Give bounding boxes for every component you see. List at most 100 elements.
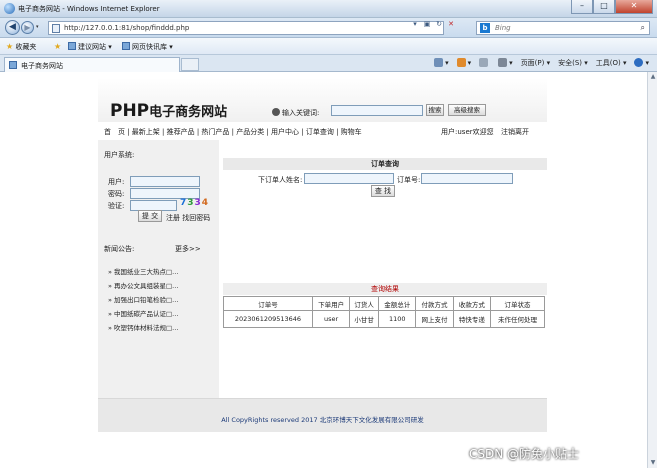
ie-page-icon	[68, 42, 76, 50]
bing-logo-icon: b	[480, 23, 490, 33]
news-item[interactable]: » 中国纸碳产品认证□...	[108, 308, 178, 318]
news-more-link[interactable]: 更多>>	[175, 244, 201, 254]
captcha-digit: 3	[194, 198, 202, 208]
compat-view-icon[interactable]: ▣	[422, 19, 432, 29]
refresh-icon[interactable]: ↻	[434, 19, 444, 29]
captcha-digit: 4	[201, 198, 210, 208]
order-recipient-cell: 小甘甘	[349, 310, 380, 328]
page-icon	[52, 24, 60, 33]
site-nav: 首 页 | 最新上架 | 推荐产品 | 热门产品 | 产品分类 | 用户中心 |…	[98, 122, 547, 139]
advanced-search-button[interactable]: 高级搜索	[448, 104, 486, 116]
table-header-row: 订单号 下单用户 订货人 金额总计 付款方式 收款方式 订单状态	[223, 296, 546, 311]
scroll-up-icon[interactable]: ▲	[649, 73, 657, 81]
mail-icon	[479, 58, 489, 67]
order-total-cell: 1100	[378, 310, 417, 328]
fav-item-suggested[interactable]: 建议网站 ▾	[68, 42, 112, 52]
back-button[interactable]: ◀	[5, 20, 20, 35]
site-footer: All CopyRights reserved 2017 北京环博天下文化发展有…	[98, 398, 547, 432]
column-header: 收款方式	[452, 296, 491, 311]
favorites-button[interactable]: ★ 收藏夹	[6, 42, 36, 52]
search-icon[interactable]: ⌕	[641, 23, 645, 33]
search-globe-icon	[272, 108, 280, 116]
print-button[interactable]: ▾	[498, 58, 513, 68]
user-system-title: 用户系统:	[104, 151, 135, 159]
news-item[interactable]: » 我国纸业三大热点□...	[108, 266, 178, 276]
scroll-down-icon[interactable]: ▼	[649, 459, 657, 467]
safety-menu[interactable]: 安全(S) ▾	[558, 58, 588, 68]
copyright-text: All CopyRights reserved 2017 北京环博天下文化发展有…	[221, 416, 424, 424]
captcha-image[interactable]: 7334	[180, 198, 209, 208]
news-item[interactable]: » 再办公文具组装星□...	[108, 280, 178, 290]
username-input[interactable]	[130, 176, 200, 187]
result-title: 查询结果	[223, 283, 547, 295]
forward-button[interactable]: ▶	[21, 21, 34, 34]
url-text: http://127.0.0.1:81/shop/finddd.php	[64, 24, 190, 32]
order-number-cell[interactable]: 2023061209513646	[223, 310, 313, 328]
close-window-button[interactable]: ✕	[615, 0, 653, 14]
vertical-scrollbar[interactable]: ▲ ▼	[647, 72, 657, 468]
mail-button[interactable]	[479, 58, 490, 68]
page-viewport: PHP电子商务网站 输入关键词: 搜索 高级搜索 首 页 | 最新上架 | 推荐…	[0, 72, 647, 468]
keyword-input[interactable]	[331, 105, 423, 116]
favorites-label: 收藏夹	[15, 43, 37, 51]
fav-item-label: 建议网站 ▾	[78, 43, 112, 51]
page-menu[interactable]: 页面(P) ▾	[521, 58, 550, 68]
bing-search-box[interactable]: b Bing ⌕	[476, 21, 650, 35]
logo-cn: 电子商务网站	[149, 105, 228, 120]
address-dropdown-icon[interactable]: ▾	[410, 19, 420, 29]
site-header: PHP电子商务网站 输入关键词: 搜索 高级搜索	[98, 78, 547, 122]
keyword-search-label: 输入关键词:	[272, 108, 319, 118]
feeds-button[interactable]: ▾	[456, 58, 471, 68]
column-header: 订单号	[223, 296, 313, 311]
window-controls: – □ ✕	[571, 0, 653, 16]
column-header: 订货人	[349, 296, 380, 311]
history-dropdown-icon[interactable]: ▾	[36, 24, 39, 30]
home-button[interactable]: ▾	[434, 58, 449, 68]
order-no-label: 订单号:	[397, 176, 421, 184]
news-item[interactable]: » 吹塑钙体材料法规□...	[108, 322, 178, 332]
help-button[interactable]: ▾	[634, 58, 649, 68]
order-user-cell: user	[311, 310, 351, 328]
maximize-button[interactable]: □	[593, 0, 615, 14]
favorites-bar: ★ 收藏夹 ★ 建议网站 ▾ 网页快讯库 ▾	[0, 38, 657, 55]
webslice-icon	[122, 42, 130, 50]
add-favorite-button[interactable]: ★	[54, 42, 61, 51]
print-icon	[498, 58, 508, 67]
address-toolbar: ◀ ▶ ▾ http://127.0.0.1:81/shop/finddd.ph…	[0, 18, 657, 38]
forgot-password-link[interactable]: 找回密码	[182, 214, 210, 222]
favorites-star-icon: ★	[6, 42, 14, 51]
orders-table: 订单号 下单用户 订货人 金额总计 付款方式 收款方式 订单状态 2023061…	[223, 296, 546, 328]
nav-links[interactable]: 首 页 | 最新上架 | 推荐产品 | 热门产品 | 产品分类 | 用户中心 |…	[104, 127, 362, 137]
site-logo: PHP电子商务网站	[110, 101, 227, 121]
ie-app-icon	[4, 3, 15, 14]
fav-item-webslice[interactable]: 网页快讯库 ▾	[122, 42, 173, 52]
tools-menu[interactable]: 工具(O) ▾	[596, 58, 627, 68]
password-label: 密码:	[108, 190, 125, 198]
query-button[interactable]: 查 找	[371, 185, 395, 197]
logout-link[interactable]: 注销离开	[501, 127, 529, 137]
home-icon	[434, 58, 444, 67]
buyer-name-label: 下订单人姓名:	[258, 176, 303, 184]
new-tab-button[interactable]	[181, 58, 199, 71]
main-content: 订单查询 下订单人姓名: 订单号: 查 找 查询结果 订单号 下单用户 订货人 …	[223, 140, 547, 398]
address-field[interactable]: http://127.0.0.1:81/shop/finddd.php	[48, 21, 444, 35]
address-tools: ▾ ▣ ↻ ✕	[410, 19, 456, 29]
search-button[interactable]: 搜索	[426, 104, 444, 116]
window-titlebar: 电子商务网站 - Windows Internet Explorer – □ ✕	[0, 0, 657, 18]
window-title: 电子商务网站 - Windows Internet Explorer	[18, 5, 160, 13]
user-welcome[interactable]: 用户:user欢迎您	[441, 127, 494, 137]
login-links: 注册 找回密码	[166, 213, 210, 223]
table-row: 2023061209513646 user 小甘甘 1100 网上支付 特快专递…	[223, 310, 546, 328]
buyer-name-input[interactable]	[304, 173, 394, 184]
order-query-title: 订单查询	[223, 158, 547, 170]
stop-icon[interactable]: ✕	[446, 19, 456, 29]
news-item[interactable]: » 加强出口铅笔检验□...	[108, 294, 178, 304]
minimize-button[interactable]: –	[571, 0, 593, 14]
fav-item-label: 网页快讯库 ▾	[132, 43, 173, 51]
order-no-input[interactable]	[421, 173, 513, 184]
logo-php: PHP	[110, 101, 150, 121]
tab-current[interactable]: 电子商务网站	[4, 57, 180, 72]
login-submit-button[interactable]: 提 交	[138, 210, 162, 222]
register-link[interactable]: 注册	[166, 214, 180, 222]
column-header: 金额总计	[378, 296, 417, 311]
